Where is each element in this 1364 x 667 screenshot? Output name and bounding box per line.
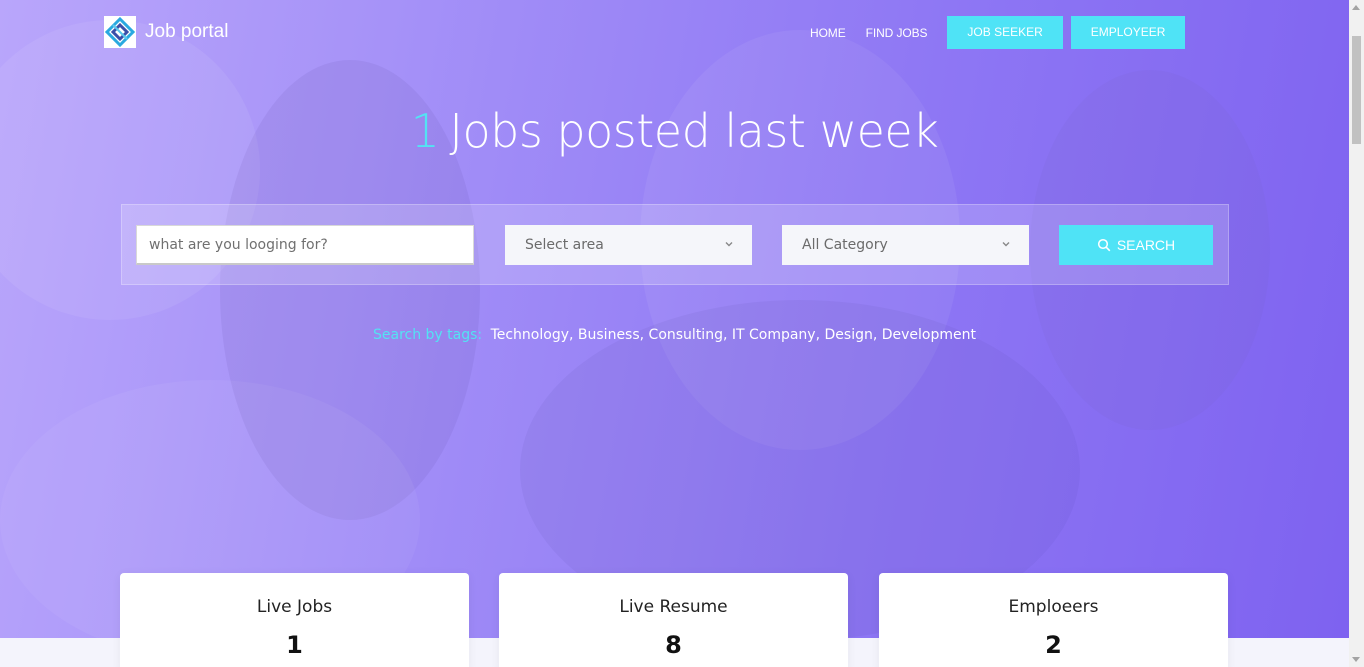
- tags-label: Search by tags:: [372, 327, 483, 343]
- tag-link-business[interactable]: Business,: [578, 327, 644, 343]
- job-seeker-button[interactable]: JOB SEEKER: [947, 16, 1063, 49]
- stat-label: Live Jobs: [256, 597, 333, 617]
- tag-link-technology[interactable]: Technology,: [491, 327, 574, 343]
- chevron-down-icon: [1002, 242, 1010, 247]
- logo-icon: [104, 16, 136, 48]
- nav-home-link[interactable]: HOME: [810, 26, 846, 40]
- tag-search-row: Search by tags: Technology, Business, Co…: [0, 327, 1349, 343]
- brand-name: Job portal: [145, 21, 229, 42]
- chevron-down-icon: [725, 242, 733, 247]
- search-input[interactable]: [136, 225, 474, 265]
- stat-value: 2: [1045, 631, 1062, 659]
- category-select-value: All Category: [802, 237, 888, 253]
- stat-value: 1: [286, 631, 303, 659]
- employer-button[interactable]: EMPLOYEER: [1070, 16, 1186, 49]
- scrollbar-thumb[interactable]: [1352, 36, 1361, 144]
- area-select[interactable]: Select area: [505, 225, 752, 265]
- stat-label: Emploeers: [1008, 597, 1099, 617]
- stat-card-live-resume: Live Resume 8: [499, 573, 848, 667]
- scroll-up-icon[interactable]: [1352, 5, 1360, 10]
- nav-find-jobs-link[interactable]: FIND JOBS: [866, 26, 928, 40]
- category-select[interactable]: All Category: [782, 225, 1029, 265]
- tag-link-consulting[interactable]: Consulting,: [649, 327, 728, 343]
- search-icon: [1097, 238, 1111, 252]
- brand-logo-link[interactable]: Job portal: [104, 16, 228, 48]
- scroll-down-icon[interactable]: [1352, 657, 1360, 662]
- tag-link-development[interactable]: Development: [882, 327, 976, 343]
- stat-value: 8: [665, 631, 682, 659]
- headline-text: Jobs posted last week: [449, 104, 939, 158]
- area-select-value: Select area: [525, 237, 604, 253]
- page-headline: 1 Jobs posted last week: [0, 104, 1349, 158]
- stat-label: Live Resume: [619, 597, 728, 617]
- search-button-label: SEARCH: [1116, 237, 1176, 253]
- stat-card-live-jobs: Live Jobs 1: [120, 573, 469, 667]
- vertical-scrollbar[interactable]: [1349, 0, 1364, 667]
- jobs-count: 1: [410, 104, 440, 158]
- tag-link-it-company[interactable]: IT Company,: [732, 327, 820, 343]
- main-navigation: HOME FIND JOBS JOB SEEKER EMPLOYEER: [800, 16, 1186, 49]
- hero-banner: [0, 0, 1349, 638]
- stat-card-employers: Emploeers 2: [879, 573, 1228, 667]
- search-button[interactable]: SEARCH: [1059, 225, 1213, 265]
- tag-link-design[interactable]: Design,: [825, 327, 878, 343]
